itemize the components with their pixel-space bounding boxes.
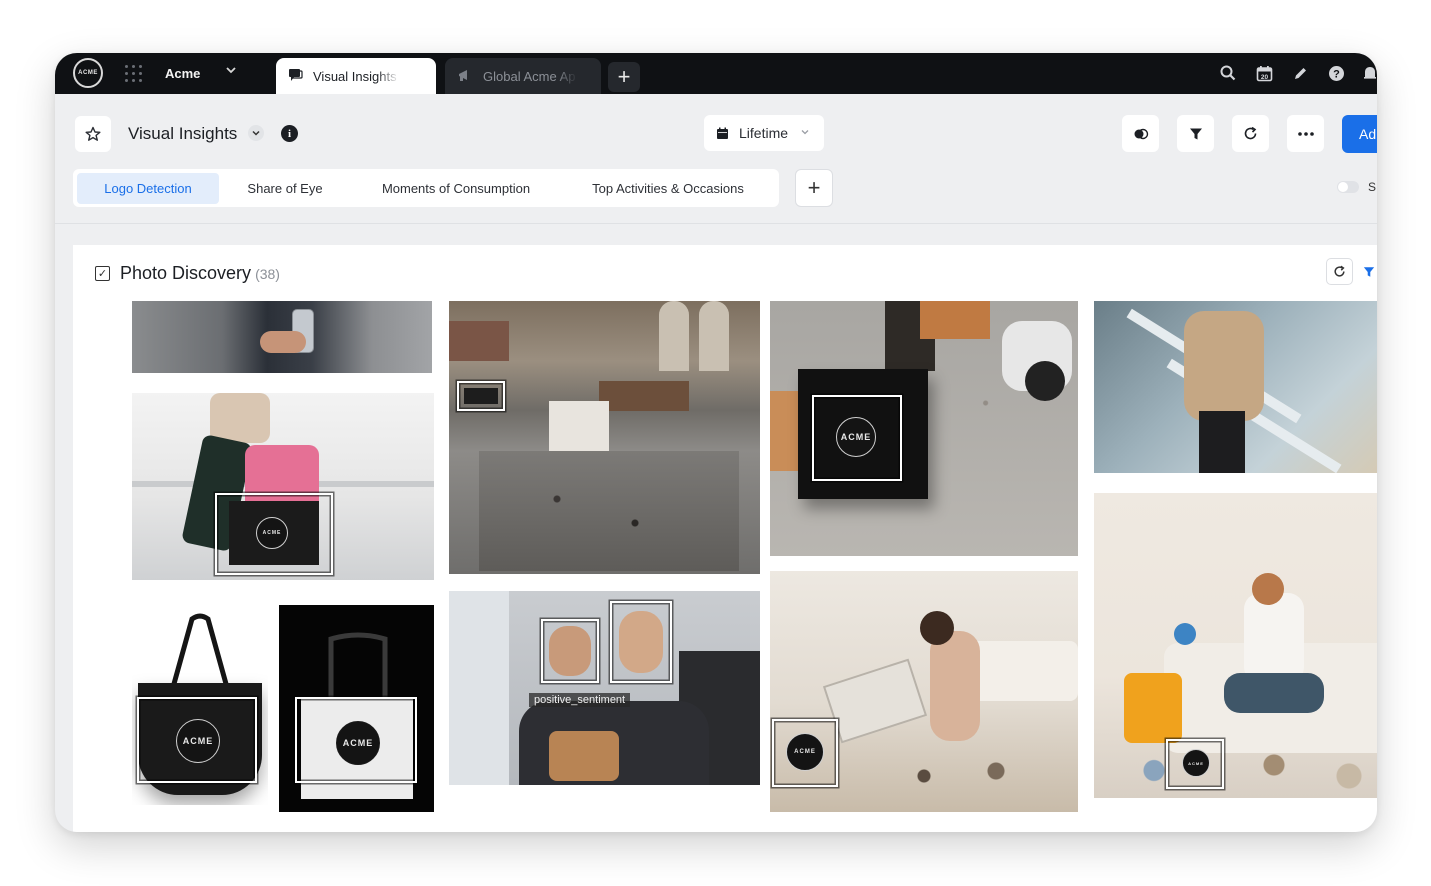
tab-label: Visual Insights [313, 68, 399, 84]
app-grid-icon[interactable] [125, 65, 143, 83]
panel-title-text: Photo Discovery [120, 263, 252, 283]
info-icon[interactable]: i [281, 125, 298, 142]
panel-refresh-button[interactable] [1326, 258, 1353, 285]
acme-logo-detected: ACME [336, 721, 380, 765]
megaphone-icon [457, 68, 473, 85]
photo-card[interactable]: ACME [770, 571, 1078, 812]
view-toggle[interactable] [1337, 181, 1359, 193]
chevron-down-icon [800, 127, 810, 140]
calendar-icon[interactable]: 20 [1254, 63, 1274, 83]
refresh-button[interactable] [1232, 115, 1269, 152]
chevron-down-icon[interactable] [248, 125, 264, 141]
workspace-name[interactable]: Acme [165, 66, 200, 81]
app-window: ACME Acme Visual Insights Global Acme Ap… [55, 53, 1377, 832]
chevron-down-icon[interactable] [225, 64, 237, 79]
filter-icon [1189, 128, 1202, 139]
filter-icon [1363, 266, 1375, 277]
svg-text:?: ? [1333, 68, 1340, 80]
acme-logo-detected: ACME [836, 417, 876, 457]
tab-global-acme[interactable]: Global Acme Ap [445, 58, 601, 94]
photo-discovery-panel: ✓ Photo Discovery (38) ACME ACME ACME po… [73, 245, 1377, 832]
filter-button[interactable] [1177, 115, 1214, 152]
acme-logo[interactable]: ACME [73, 58, 103, 88]
photo-card[interactable]: ACME [132, 605, 268, 805]
photo-card[interactable]: ACME [132, 393, 434, 580]
panel-title: Photo Discovery (38) [120, 263, 280, 284]
search-icon[interactable] [1218, 63, 1238, 83]
refresh-icon [1244, 126, 1257, 140]
photo-count: (38) [255, 266, 280, 282]
acme-logo-detected: ACME [176, 719, 220, 763]
tab-moments-of-consumption[interactable]: Moments of Consumption [363, 173, 549, 204]
panel-checkbox[interactable]: ✓ [95, 266, 110, 281]
dashboard-tabs: Logo Detection Share of Eye Moments of C… [73, 169, 779, 207]
chat-bubble-icon [288, 68, 303, 85]
photo-card[interactable] [132, 301, 432, 373]
add-widget-button[interactable]: Ad [1342, 115, 1377, 153]
hand-shape [260, 331, 306, 353]
photo-card[interactable]: ACME [770, 301, 1078, 556]
calendar-icon [717, 127, 728, 139]
help-icon[interactable]: ? [1326, 63, 1346, 83]
pencil-icon[interactable] [1290, 63, 1310, 83]
star-icon [85, 126, 101, 141]
favorite-button[interactable] [75, 116, 111, 152]
more-icon [1297, 131, 1314, 136]
tab-visual-insights[interactable]: Visual Insights [276, 58, 436, 94]
acme-logo-detected: ACME [786, 733, 824, 771]
photo-card[interactable]: ACME [279, 605, 434, 812]
tab-top-activities[interactable]: Top Activities & Occasions [573, 173, 763, 204]
compare-toggle-button[interactable] [1122, 115, 1159, 152]
divider [55, 223, 1377, 224]
date-range-select[interactable]: Lifetime [704, 115, 824, 151]
photo-card[interactable] [449, 301, 760, 574]
sentiment-tag: positive_sentiment [529, 693, 631, 707]
page-title: Visual Insights [128, 124, 238, 143]
calendar-day: 20 [1260, 74, 1268, 81]
bell-icon[interactable] [1360, 63, 1377, 83]
add-tab-button[interactable]: + [795, 169, 833, 207]
photo-card[interactable]: ACME [1094, 493, 1377, 798]
panel-filter-button[interactable] [1363, 258, 1377, 285]
tab-label: Global Acme Ap [483, 68, 577, 84]
tab-share-of-eye[interactable]: Share of Eye [231, 173, 339, 204]
compare-icon [1134, 128, 1148, 139]
acme-logo-detected: ACME [1182, 749, 1210, 777]
date-range-label: Lifetime [739, 125, 789, 141]
photo-card[interactable] [1094, 301, 1377, 473]
tab-logo-detection[interactable]: Logo Detection [77, 173, 219, 204]
refresh-icon [1334, 265, 1345, 277]
top-navigation-bar: ACME Acme Visual Insights Global Acme Ap… [55, 53, 1377, 94]
toggle-label: S [1368, 180, 1377, 194]
photo-card[interactable]: positive_sentiment [449, 591, 760, 785]
new-tab-button[interactable]: + [608, 62, 640, 92]
more-options-button[interactable] [1287, 115, 1324, 152]
acme-logo-detected: ACME [256, 517, 288, 549]
